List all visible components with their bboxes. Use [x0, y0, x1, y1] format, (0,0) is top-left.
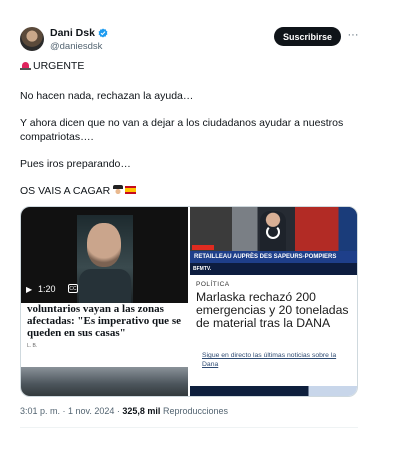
media-grid: ▶ 1:20 CC voluntarios vayan a las zonas …: [20, 206, 358, 397]
tweet-time[interactable]: 3:01 p. m.: [20, 406, 60, 416]
video-player[interactable]: ▶ 1:20 CC: [21, 207, 188, 303]
avatar[interactable]: [20, 27, 44, 51]
view-count: 325,8 mil: [122, 406, 161, 416]
article-2-bottom-strip: [190, 386, 357, 396]
tweet-date[interactable]: 1 nov. 2024: [68, 406, 114, 416]
tv-banner: RETAILLEAU AUPRÈS DES SAPEURS-POMPIERS: [190, 251, 357, 263]
detective-emoji-icon: [113, 185, 124, 195]
tv-channel-logo: BFMTV.: [193, 266, 212, 272]
media-image-article-1[interactable]: voluntarios vayan a las zonas afectadas:…: [21, 303, 188, 396]
view-label: Reproducciones: [162, 406, 228, 416]
more-options-icon[interactable]: ···: [346, 28, 360, 42]
tv-live-tag: [192, 245, 214, 250]
article-2-category: POLÍTICA: [196, 281, 230, 288]
shout-text: OS VAIS A CAGAR: [20, 185, 111, 197]
author-name[interactable]: Dani Dsk: [50, 27, 95, 39]
tweet: Dani Dsk @daniesdsk Suscribirse ··· URGE…: [0, 0, 404, 451]
captions-icon[interactable]: CC: [68, 284, 78, 293]
spain-flag-icon: [125, 186, 137, 194]
video-duration: 1:20: [38, 284, 56, 294]
media-image-article-2[interactable]: POLÍTICA Marlaska rechazó 200 emergencia…: [190, 275, 357, 396]
article-2-link: Sigue en directo las últimas noticias so…: [202, 352, 337, 368]
article-2-headline: Marlaska rechazó 200 emergencias y 20 to…: [196, 290, 349, 330]
author-name-row: Dani Dsk: [50, 27, 108, 39]
media-image-tv[interactable]: RETAILLEAU AUPRÈS DES SAPEURS-POMPIERS B…: [190, 207, 357, 275]
loading-spinner-icon: [266, 225, 280, 239]
siren-icon: [20, 61, 31, 70]
article-1-headline: voluntarios vayan a las zonas afectadas:…: [27, 303, 181, 339]
tweet-text-line: URGENTE: [20, 59, 84, 73]
tweet-meta: 3:01 p. m. · 1 nov. 2024 · 325,8 mil Rep…: [20, 406, 228, 416]
tweet-text-line: OS VAIS A CAGAR: [20, 184, 137, 198]
tweet-text-line: No hacen nada, rechazan la ayuda…: [20, 90, 194, 102]
play-icon[interactable]: ▶: [26, 285, 32, 294]
tweet-text-line: Pues iros preparando…: [20, 158, 131, 170]
tweet-text-line: Y ahora dicen que no van a dejar a los c…: [20, 117, 344, 129]
tweet-text-line: compatriotas….: [20, 131, 94, 143]
meta-separator: ·: [60, 406, 69, 416]
video-person: [79, 269, 131, 303]
video-person-head: [87, 223, 121, 267]
divider: [20, 427, 358, 428]
verified-badge-icon: [98, 28, 108, 38]
article-1-source: L. B.: [27, 343, 38, 349]
urgent-text: URGENTE: [33, 60, 85, 72]
tv-ticker: [190, 263, 357, 275]
article-1-photo: [21, 367, 188, 396]
subscribe-button[interactable]: Suscribirse: [274, 27, 341, 46]
author-handle[interactable]: @daniesdsk: [50, 41, 102, 52]
